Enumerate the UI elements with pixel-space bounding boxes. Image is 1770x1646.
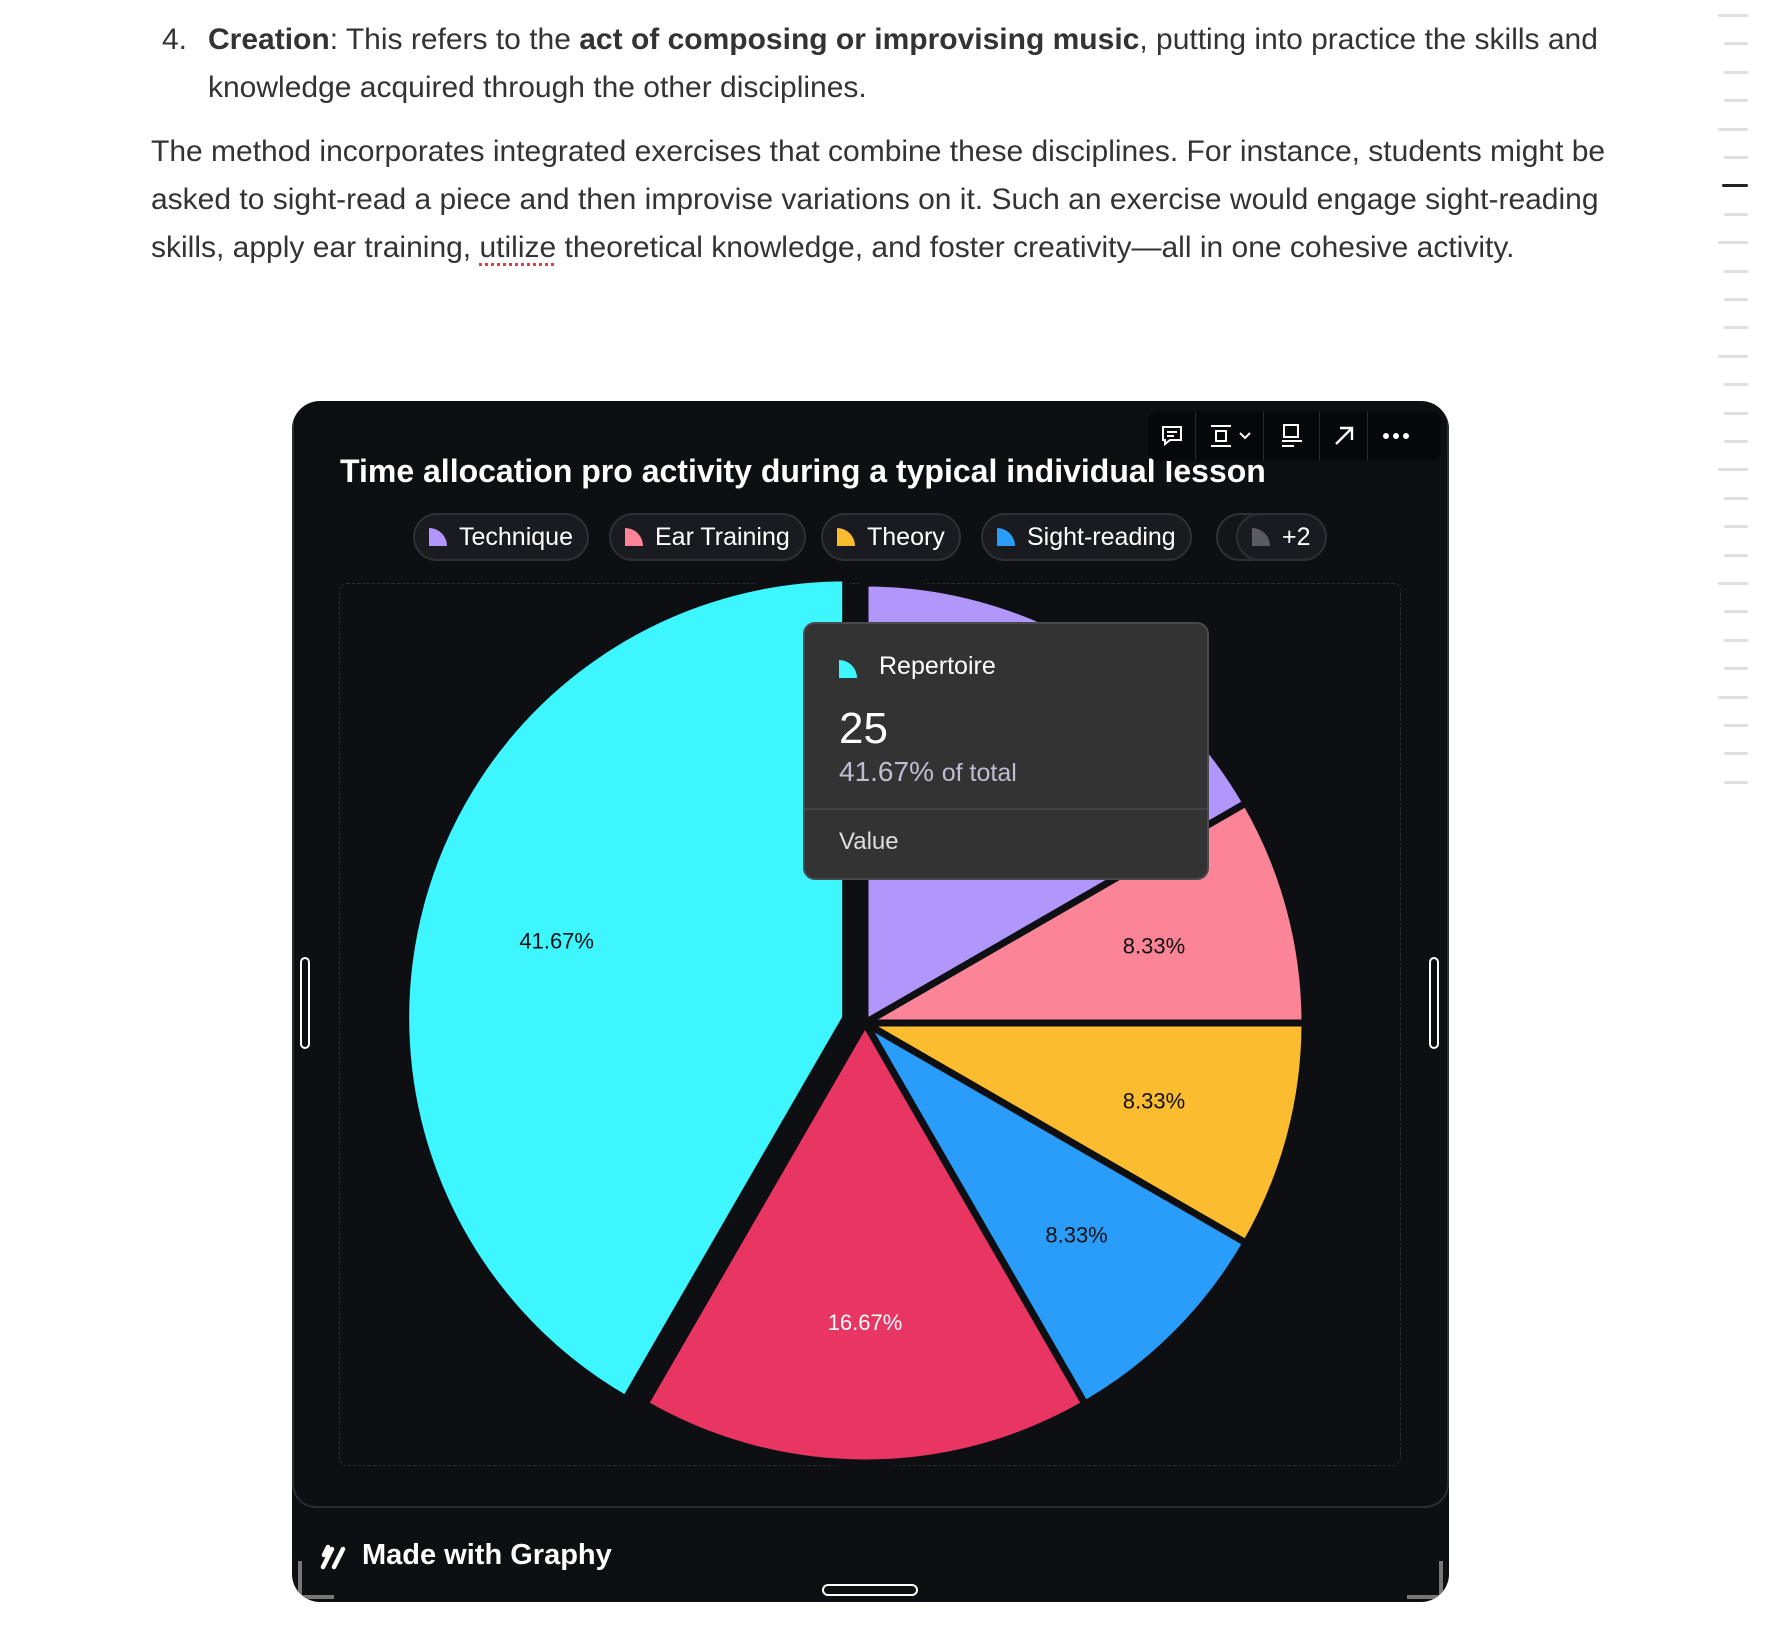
resize-handle-left[interactable] [300,957,310,1049]
scroll-marker[interactable] [1724,156,1748,159]
footer-label: Made with Graphy [362,1539,612,1571]
caption-icon [1281,424,1302,447]
text: theoretical knowledge, and foster creati… [556,231,1515,264]
misspelled-word[interactable]: utilize [479,231,556,264]
scroll-marker[interactable] [1718,14,1748,17]
slice-icon [429,528,447,546]
resize-corner-bottom-right[interactable] [1407,1561,1443,1599]
slice-icon [1252,528,1270,546]
scroll-marker[interactable] [1722,184,1748,188]
scroll-marker[interactable] [1724,298,1748,301]
scroll-marker[interactable] [1724,496,1748,500]
pie-chart: 8.33% 8.33% 8.33% 16.67% 41.67% [402,574,1309,1467]
list-number: 4. [162,23,188,56]
legend-more-label: +2 [1282,522,1311,551]
slice-icon [837,528,855,546]
resize-handle-right[interactable] [1429,957,1439,1049]
legend-item-technique[interactable]: Technique [413,513,589,561]
data-label: 8.33% [1123,1088,1185,1113]
more-icon [1383,433,1409,439]
scroll-marker[interactable] [1724,780,1748,784]
legend-label: Technique [459,522,573,551]
scroll-marker[interactable] [1724,383,1748,387]
divider [805,808,1207,810]
resize-handle-bottom[interactable] [822,1584,918,1596]
legend-item-sight-reading[interactable]: Sight-reading [981,513,1192,561]
text: : This refers to the [329,23,580,56]
scroll-marker[interactable] [1724,638,1748,642]
graphy-logo-icon [320,1544,346,1569]
scroll-marker[interactable] [1724,525,1748,529]
scroll-marker[interactable] [1718,468,1748,472]
legend-label: Ear Training [655,522,790,551]
slice-icon [625,528,643,546]
embed-toolbar [1148,411,1441,461]
tooltip-series: Repertoire [879,652,996,680]
tooltip-value: 25 [839,704,888,753]
scroll-marker[interactable] [1724,724,1748,727]
of-total: of total [941,759,1017,787]
data-label: 8.33% [1045,1223,1107,1248]
scroll-marker[interactable] [1724,269,1748,273]
scroll-marker[interactable] [1724,42,1748,46]
comment-icon [1161,426,1182,447]
scroll-marker[interactable] [1718,354,1748,358]
open-external-button[interactable] [1320,411,1368,461]
legend-label: Sight-reading [1027,522,1176,551]
align-icon [1210,425,1231,447]
paragraph: The method incorporates integrated exerc… [151,128,1611,272]
tooltip: Repertoire 25 41.67% of total Value [803,622,1209,880]
scroll-marker[interactable] [1724,553,1748,557]
slice-icon [997,528,1015,546]
align-button[interactable] [1196,411,1264,461]
chevron-down-icon [1238,432,1251,440]
data-label: 16.67% [828,1310,903,1335]
term: Creation [208,23,330,56]
made-with-graphy[interactable]: Made with Graphy [318,1539,612,1572]
tooltip-percent: 41.67% of total [839,756,1017,788]
scroll-marker[interactable] [1724,752,1748,756]
scroll-marker[interactable] [1724,411,1748,415]
percent: 41.67% [839,756,934,787]
data-label: 8.33% [1123,934,1185,959]
tooltip-metric: Value [839,828,899,855]
slice-icon [839,660,857,678]
legend-item-ear-training[interactable]: Ear Training [609,513,806,561]
more-button[interactable] [1368,411,1424,461]
scroll-marker[interactable] [1718,127,1748,131]
scroll-marker[interactable] [1724,99,1748,103]
legend-label: Theory [867,522,945,551]
comment-button[interactable] [1148,411,1196,461]
open-external-icon [1334,426,1353,445]
scroll-marker[interactable] [1718,582,1748,585]
legend-item-theory[interactable]: Theory [821,513,961,561]
scroll-marker[interactable] [1724,440,1748,443]
caption-button[interactable] [1264,411,1320,461]
scroll-marker[interactable] [1718,695,1748,699]
data-label: 41.67% [519,928,594,953]
list-item-creation: Creation: This refers to the act of comp… [208,16,1608,112]
scroll-marker[interactable] [1724,667,1748,671]
legend-more-button[interactable]: +2 [1236,513,1327,561]
bold-phrase: act of composing or improvising music [579,23,1140,56]
scroll-marker[interactable] [1724,212,1748,216]
chart-embed[interactable]: Time allocation pro activity during a ty… [292,401,1449,1602]
scroll-marker[interactable] [1724,610,1748,614]
scroll-marker[interactable] [1724,326,1748,330]
scroll-marker[interactable] [1718,241,1748,245]
scroll-marker[interactable] [1724,70,1748,74]
